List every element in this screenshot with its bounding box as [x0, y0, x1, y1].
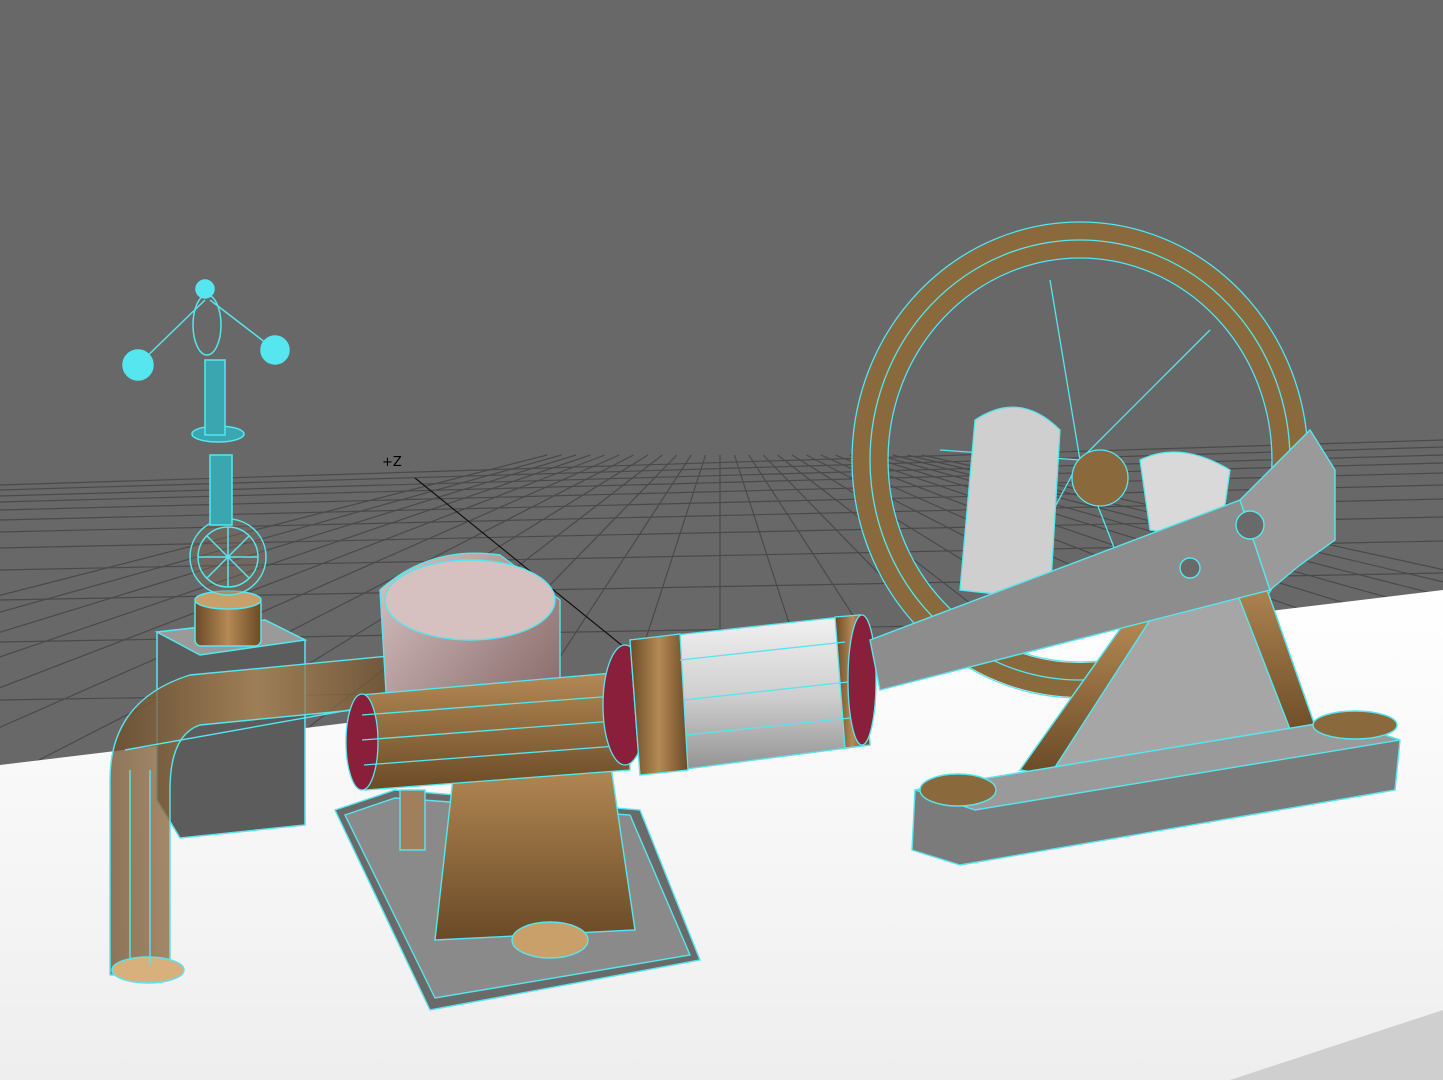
- z-axis-label: +Z: [382, 455, 402, 470]
- viewport-scene[interactable]: [0, 0, 1443, 1080]
- 3d-viewport[interactable]: +Z: [0, 0, 1443, 1080]
